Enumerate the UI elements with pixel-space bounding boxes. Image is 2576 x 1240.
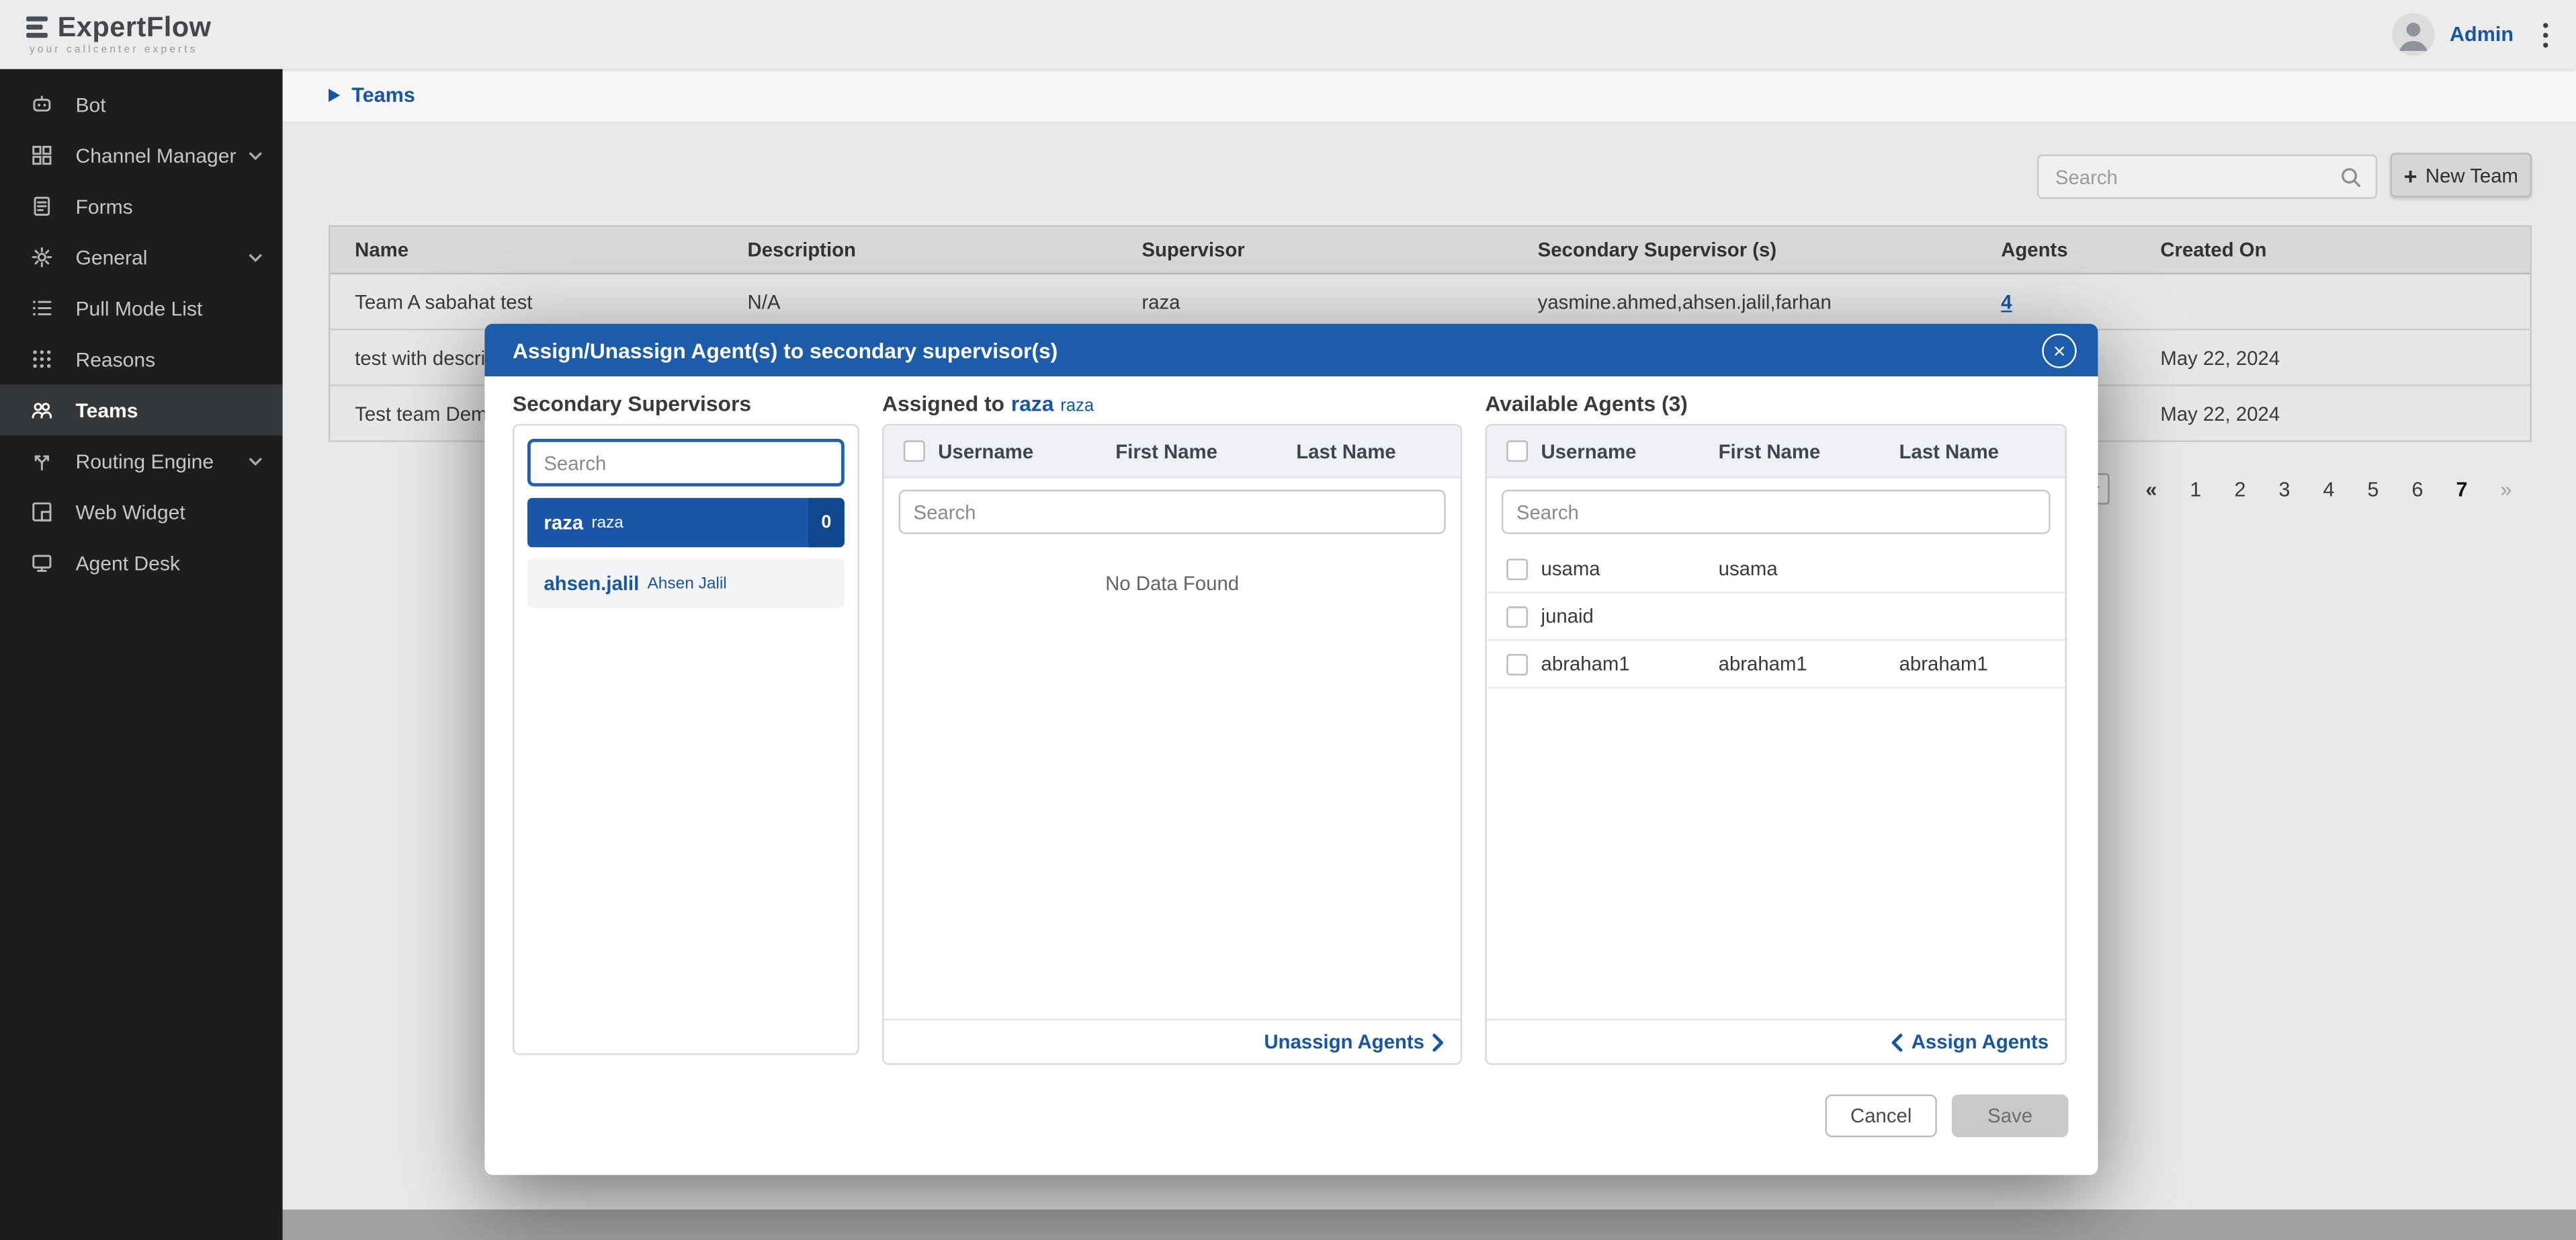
user-name: Admin: [2450, 23, 2514, 46]
chevron-down-icon: [248, 456, 263, 466]
modal-title: Assign/Unassign Agent(s) to secondary su…: [513, 337, 1058, 362]
agent-row-junaid[interactable]: junaid: [1487, 593, 2065, 641]
breadcrumb-arrow-icon: [329, 89, 340, 102]
agent-checkbox[interactable]: [1506, 653, 1528, 675]
column-name: Name: [330, 239, 722, 261]
assigned-count-badge: 0: [808, 498, 845, 547]
chevron-down-icon: [248, 151, 263, 161]
search-icon[interactable]: [2339, 165, 2362, 188]
pagination-page-1[interactable]: 1: [2177, 473, 2215, 504]
sidebar-item-forms[interactable]: Forms: [0, 181, 283, 232]
pagination-prev[interactable]: «: [2133, 473, 2170, 504]
modal-header: Assign/Unassign Agent(s) to secondary su…: [484, 324, 2098, 376]
supervisor-item-ahsen-jalil[interactable]: ahsen.jalil Ahsen Jalil: [527, 559, 845, 608]
chevron-down-icon: [248, 252, 263, 262]
supervisor-item-raza[interactable]: raza raza 0: [527, 498, 845, 547]
assign-agents-button[interactable]: Assign Agents: [1891, 1030, 2049, 1053]
pagination-next[interactable]: »: [2487, 473, 2525, 504]
cancel-button[interactable]: Cancel: [1826, 1094, 1937, 1137]
column-agents: Agents: [1977, 239, 2136, 261]
logo-tagline: your callcenter experts: [30, 44, 211, 56]
table-row[interactable]: Team A sabahat test N/A raza yasmine.ahm…: [330, 274, 2530, 330]
assign-agents-modal: Assign/Unassign Agent(s) to secondary su…: [484, 324, 2098, 1175]
pagination-page-4[interactable]: 4: [2310, 473, 2348, 504]
pagination-page-7[interactable]: 7: [2443, 473, 2481, 504]
pagination-page-5[interactable]: 5: [2354, 473, 2392, 504]
supervisors-panel-title: Secondary Supervisors: [513, 391, 859, 417]
header-right: Admin: [2392, 13, 2549, 56]
routing-engine-icon: [30, 449, 54, 474]
close-icon: ×: [2053, 339, 2066, 361]
sidebar-item-routing-engine[interactable]: Routing Engine: [0, 436, 283, 487]
kebab-menu-icon[interactable]: [2542, 21, 2550, 49]
agent-checkbox[interactable]: [1506, 558, 1528, 579]
assigned-panel-title: Assigned to raza raza: [882, 391, 1462, 417]
agent-desk-icon: [30, 550, 54, 575]
close-button[interactable]: ×: [2042, 333, 2076, 367]
save-button[interactable]: Save: [1952, 1094, 2069, 1137]
new-team-button[interactable]: + New Team: [2391, 153, 2532, 197]
available-grid-header: Username First Name Last Name: [1487, 425, 2065, 478]
assigned-grid-header: Username First Name Last Name: [884, 425, 1460, 478]
expertflow-logo-icon: [26, 17, 48, 37]
secondary-supervisors-panel: Secondary Supervisors raza raza 0 ahsen.…: [513, 391, 859, 1065]
agent-row-usama[interactable]: usama usama: [1487, 546, 2065, 593]
app-header: ExpertFlow your callcenter experts Admin: [0, 0, 2576, 69]
teams-icon: [30, 398, 54, 423]
chevron-left-icon: [1891, 1033, 1903, 1051]
agents-count-link[interactable]: 4: [2001, 290, 2012, 313]
breadcrumb-current[interactable]: Teams: [351, 84, 415, 107]
sidebar-item-bot[interactable]: Bot: [0, 79, 283, 130]
forms-icon: [30, 194, 54, 219]
select-all-checkbox[interactable]: [904, 440, 925, 462]
breadcrumb: Teams: [283, 69, 2576, 124]
avatar[interactable]: [2392, 13, 2435, 56]
sidebar-item-agent-desk[interactable]: Agent Desk: [0, 538, 283, 589]
plus-icon: +: [2404, 163, 2417, 186]
chevron-right-icon: [1432, 1033, 1444, 1051]
column-description: Description: [723, 239, 1117, 261]
column-created-on: Created On: [2136, 239, 2530, 261]
agent-row-abraham1[interactable]: abraham1 abraham1 abraham1: [1487, 641, 2065, 689]
app-root: ExpertFlow your callcenter experts Admin…: [0, 0, 2576, 1240]
pagination-page-6[interactable]: 6: [2399, 473, 2436, 504]
sidebar: Bot Channel Manager Forms General Pull M…: [0, 69, 283, 1240]
select-all-checkbox[interactable]: [1506, 440, 1528, 462]
teams-table-header: Name Description Supervisor Secondary Su…: [330, 226, 2530, 274]
new-team-label: New Team: [2425, 163, 2518, 186]
available-search-input[interactable]: [1502, 490, 2051, 534]
sidebar-item-reasons[interactable]: Reasons: [0, 333, 283, 384]
pagination: 5 « 1 2 3 4 5 6 7 »: [2055, 473, 2525, 504]
available-agents-panel: Available Agents (3) Username First Name…: [1485, 391, 2067, 1065]
team-search-input[interactable]: [2038, 165, 2339, 188]
reasons-icon: [30, 347, 54, 372]
pagination-page-3[interactable]: 3: [2266, 473, 2303, 504]
gear-icon: [30, 245, 54, 270]
column-supervisor: Supervisor: [1117, 239, 1513, 261]
bot-icon: [30, 92, 54, 117]
pagination-page-2[interactable]: 2: [2221, 473, 2259, 504]
logo-text: ExpertFlow: [58, 13, 212, 42]
agent-checkbox[interactable]: [1506, 606, 1528, 627]
sidebar-item-teams[interactable]: Teams: [0, 384, 283, 436]
modal-body: Secondary Supervisors raza raza 0 ahsen.…: [484, 376, 2098, 1065]
sidebar-item-web-widget[interactable]: Web Widget: [0, 487, 283, 538]
assigned-agents-panel: Assigned to raza raza Username First Nam…: [882, 391, 1462, 1065]
web-widget-icon: [30, 499, 54, 524]
sidebar-item-pull-mode-list[interactable]: Pull Mode List: [0, 283, 283, 334]
available-panel-title: Available Agents (3): [1485, 391, 2067, 417]
page-bottom-band: [283, 1209, 2576, 1240]
sidebar-item-channel-manager[interactable]: Channel Manager: [0, 130, 283, 181]
sidebar-item-general[interactable]: General: [0, 232, 283, 283]
unassign-agents-button[interactable]: Unassign Agents: [1264, 1030, 1444, 1053]
assigned-search-input[interactable]: [898, 490, 1445, 534]
channel-manager-icon: [30, 143, 54, 168]
pull-mode-list-icon: [30, 296, 54, 321]
team-search: [2037, 155, 2377, 199]
column-secondary-supervisors: Secondary Supervisor (s): [1513, 239, 1977, 261]
no-data-message: No Data Found: [884, 572, 1460, 595]
supervisor-search-input[interactable]: [527, 439, 845, 487]
expertflow-logo: ExpertFlow your callcenter experts: [26, 13, 211, 56]
modal-footer: Cancel Save: [1826, 1094, 2069, 1137]
